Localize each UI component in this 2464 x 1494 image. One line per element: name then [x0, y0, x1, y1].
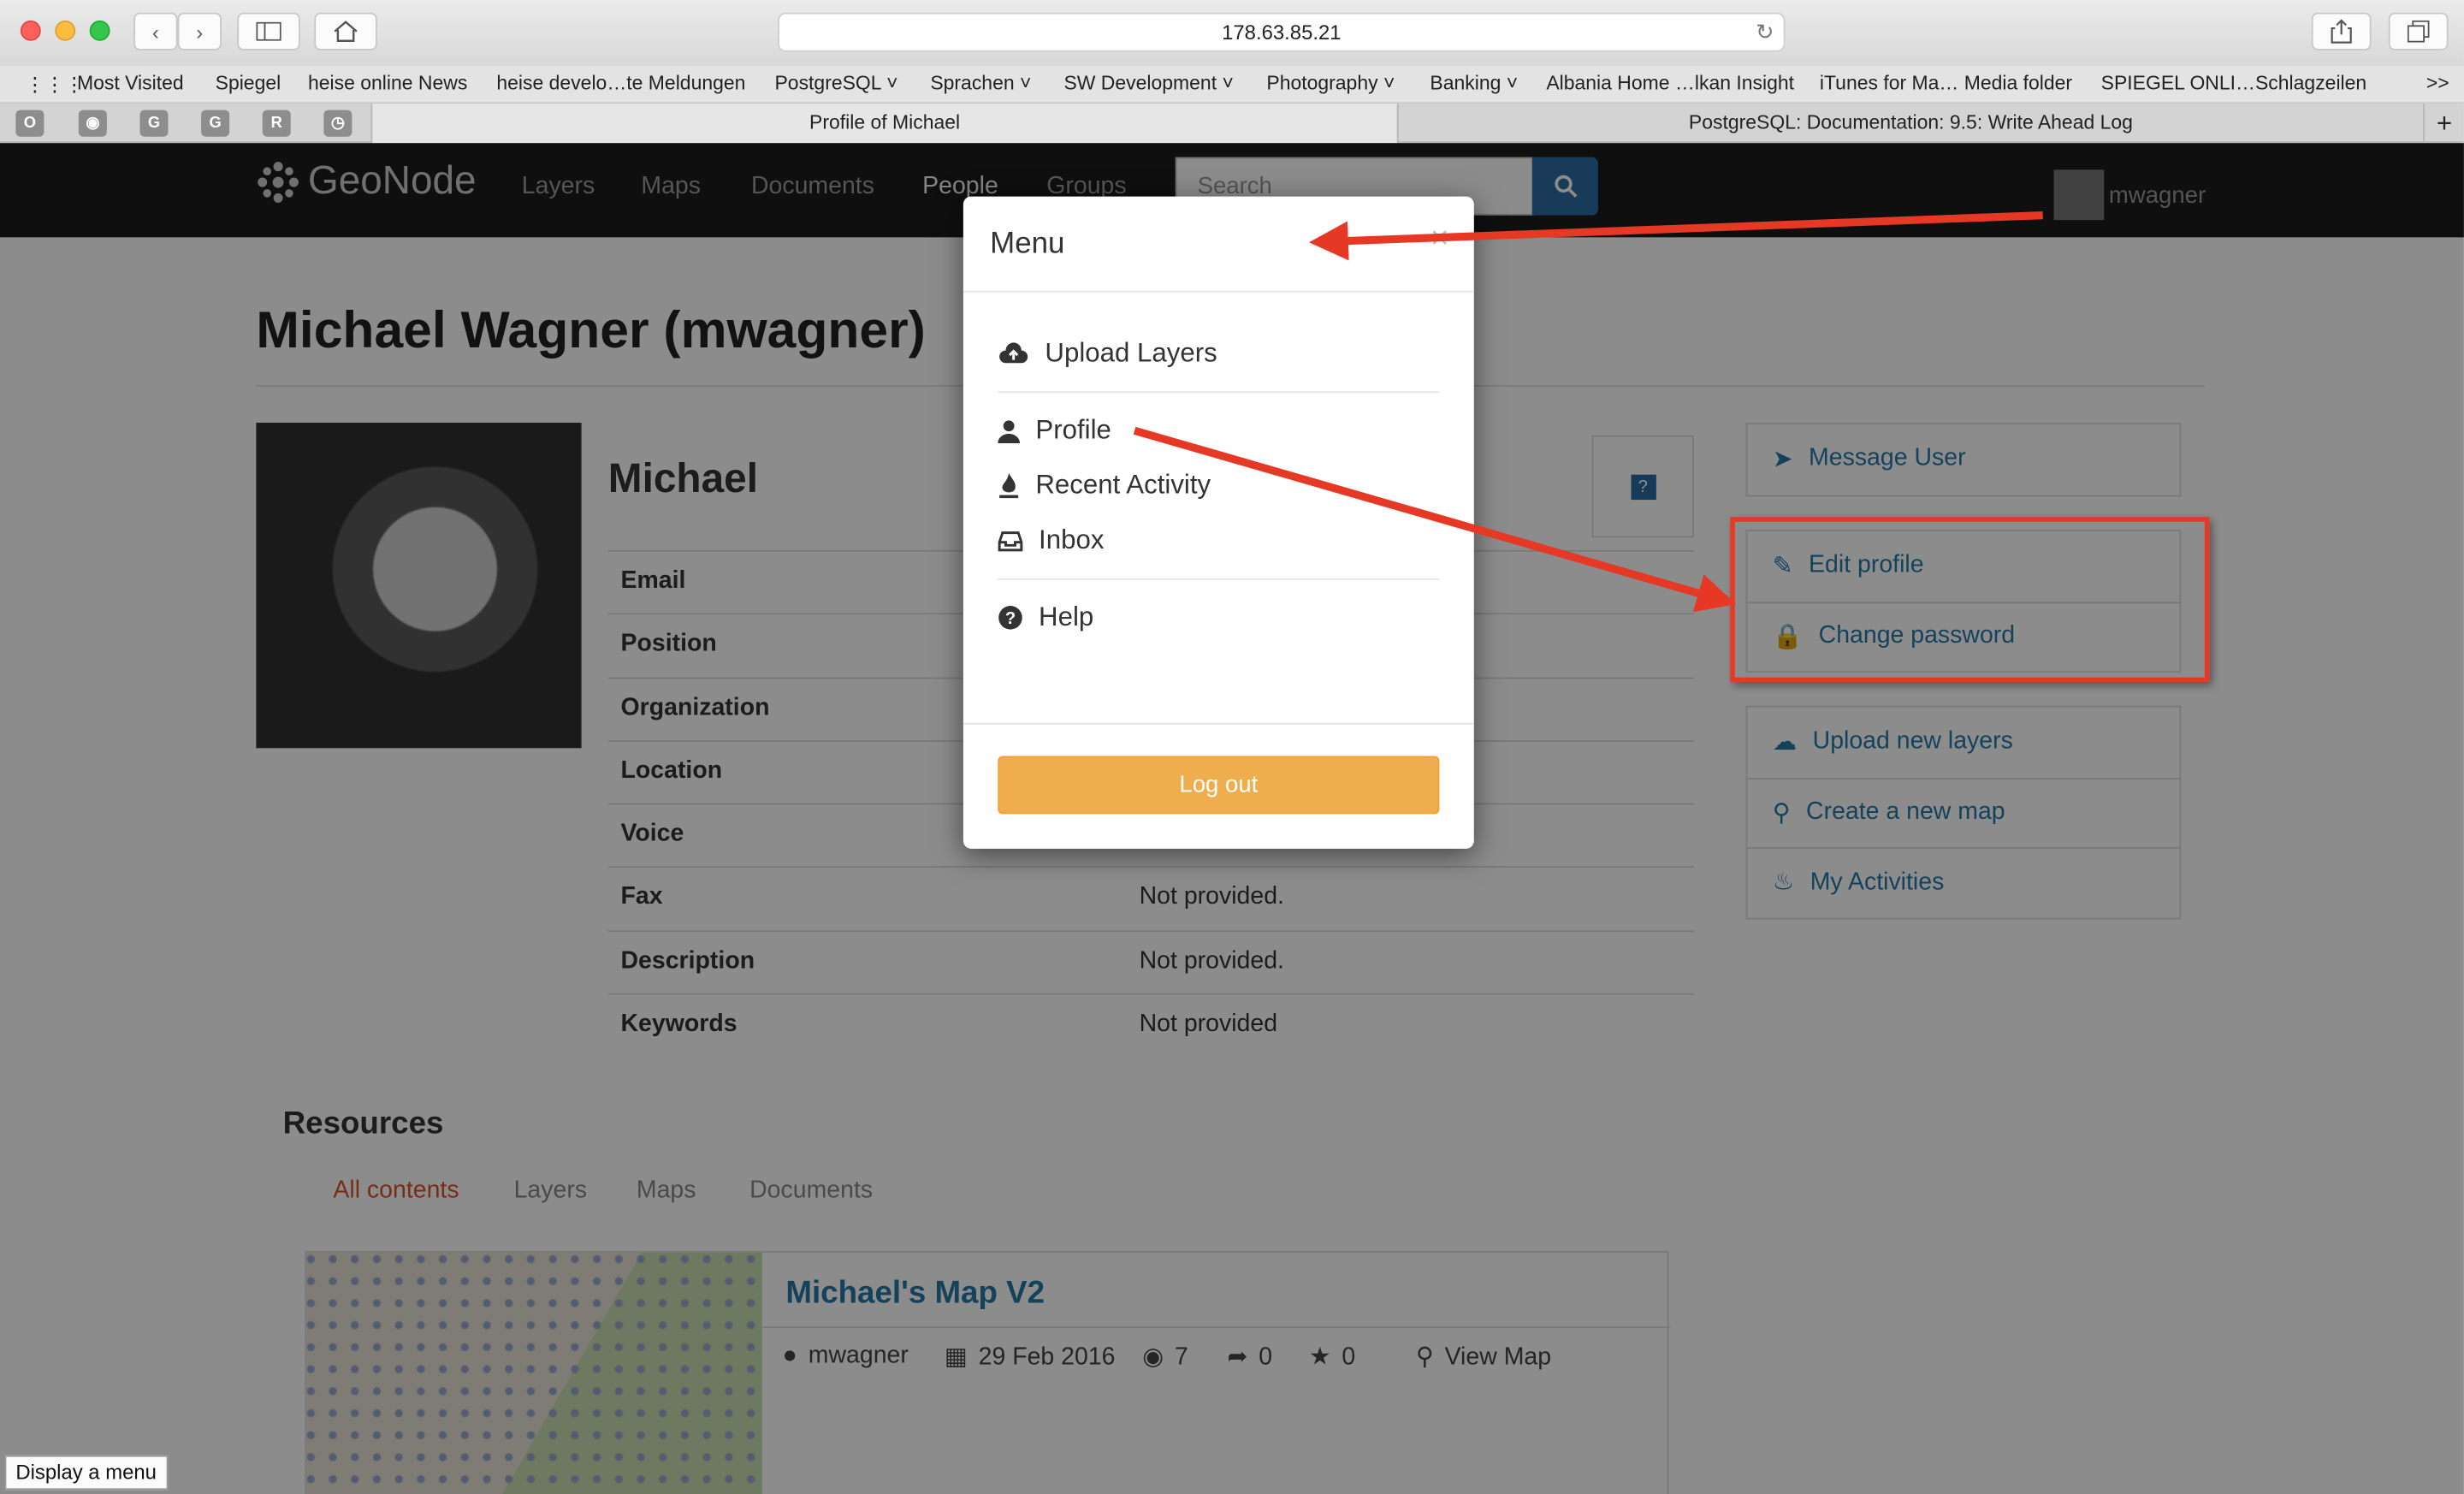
grid-icon[interactable]: ⋮⋮⋮ — [25, 72, 84, 96]
divider — [962, 290, 1474, 293]
sidebar-toggle-button[interactable] — [237, 12, 300, 50]
share-button[interactable] — [2311, 12, 2372, 50]
divider — [998, 391, 1440, 394]
cloud-upload-icon — [999, 342, 1028, 364]
menu-item-help[interactable]: ? Help — [998, 602, 1093, 633]
svg-text:?: ? — [1005, 609, 1016, 628]
divider — [998, 578, 1440, 580]
pinned-tab[interactable]: R — [262, 110, 291, 137]
home-button[interactable] — [314, 12, 377, 50]
bookmark-itunes[interactable]: iTunes for Ma… Media folder — [1820, 72, 2072, 94]
url-text: 178.63.85.21 — [1222, 20, 1342, 44]
bookmark-photography[interactable]: Photography ˅ — [1266, 72, 1395, 94]
menu-modal: Menu × Upload Layers Profile Recent Acti… — [962, 196, 1474, 849]
back-button[interactable]: ‹ — [133, 12, 178, 50]
reload-icon[interactable]: ↻ — [1756, 15, 1774, 50]
bookmark-spiegel-online[interactable]: SPIEGEL ONLI…Schlagzeilen — [2101, 72, 2367, 94]
pinned-tab[interactable]: O — [15, 110, 44, 137]
address-bar[interactable]: 178.63.85.21 ↻ — [778, 12, 1786, 52]
annotation-highlight-box — [1730, 517, 2210, 683]
bookmark-albania[interactable]: Albania Home …lkan Insight — [1546, 72, 1794, 94]
modal-title: Menu — [990, 228, 1065, 261]
logout-button[interactable]: Log out — [998, 756, 1440, 815]
browser-titlebar: ‹ › 178.63.85.21 ↻ — [0, 0, 2464, 67]
maximize-window-button[interactable] — [89, 20, 110, 41]
bookmark-postgresql[interactable]: PostgreSQL ˅ — [774, 72, 897, 94]
chevron-right-icon: › — [196, 19, 204, 44]
bookmark-label: Sprachen — [930, 72, 1015, 95]
tabs-icon — [2407, 20, 2430, 43]
menu-item-label: Profile — [1035, 414, 1111, 445]
menu-item-inbox[interactable]: Inbox — [998, 525, 1104, 556]
home-icon — [334, 21, 358, 42]
tab-postgresql-docs[interactable]: PostgreSQL: Documentation: 9.5: Write Ah… — [1396, 104, 2423, 144]
tab-profile-of-michael[interactable]: Profile of Michael — [370, 104, 1397, 144]
tooltip: Display a menu — [4, 1455, 168, 1491]
inbox-icon — [998, 531, 1023, 551]
bookmark-spiegel[interactable]: Spiegel — [216, 72, 281, 94]
bookmark-label: Banking — [1430, 72, 1502, 95]
tab-label: PostgreSQL: Documentation: 9.5: Write Ah… — [1688, 111, 2133, 134]
sidebar-icon — [256, 21, 281, 41]
tab-overview-button[interactable] — [2388, 12, 2449, 50]
chevron-down-icon: ˅ — [1222, 72, 1234, 95]
bookmarks-overflow-button[interactable]: >> — [2426, 72, 2449, 94]
minimize-window-button[interactable] — [55, 20, 76, 41]
webpage: GeoNode Layers Maps Documents People Gro… — [0, 143, 2464, 1494]
menu-item-label: Help — [1039, 602, 1094, 632]
chevron-left-icon: ‹ — [151, 19, 159, 44]
menu-item-label: Inbox — [1039, 525, 1105, 555]
pinned-tab[interactable]: G — [201, 110, 230, 137]
bookmark-label: PostgreSQL — [774, 72, 881, 95]
menu-item-upload-layers[interactable]: Upload Layers — [998, 338, 1217, 370]
chevron-down-icon: ˅ — [1506, 72, 1519, 95]
fire-icon — [999, 472, 1019, 499]
close-window-button[interactable] — [20, 20, 41, 41]
forward-button[interactable]: › — [177, 12, 222, 50]
chevron-down-icon: ˅ — [1383, 72, 1395, 95]
share-icon — [2331, 19, 2352, 44]
bookmark-label: SW Development — [1063, 72, 1217, 95]
bookmark-heise-news[interactable]: heise online News — [308, 72, 467, 94]
chevron-down-icon: ˅ — [886, 72, 898, 95]
bookmarks-bar: ⋮⋮⋮ Most Visited Spiegel heise online Ne… — [0, 66, 2464, 104]
chevron-down-icon: ˅ — [1020, 72, 1032, 95]
github-icon[interactable]: ◉ — [78, 110, 107, 137]
close-icon[interactable]: × — [1430, 222, 1448, 258]
clock-icon[interactable]: ◷ — [323, 110, 352, 137]
divider — [962, 722, 1474, 725]
bookmark-most-visited[interactable]: Most Visited — [77, 72, 184, 94]
menu-item-profile[interactable]: Profile — [998, 415, 1111, 447]
bookmark-heise-developer[interactable]: heise develo…te Meldungen — [496, 72, 745, 94]
bookmark-sprachen[interactable]: Sprachen ˅ — [930, 72, 1031, 94]
bookmark-banking[interactable]: Banking ˅ — [1430, 72, 1518, 94]
pinned-tab[interactable]: G — [139, 110, 169, 137]
menu-item-label: Recent Activity — [1035, 470, 1211, 501]
tab-label: Profile of Michael — [809, 111, 961, 134]
tab-bar: O ◉ G G R ◷ Profile of Michael PostgreSQ… — [0, 104, 2464, 144]
new-tab-button[interactable]: + — [2423, 104, 2464, 144]
question-circle-icon: ? — [998, 606, 1022, 630]
bookmark-label: Photography — [1266, 72, 1378, 95]
menu-item-recent-activity[interactable]: Recent Activity — [998, 470, 1211, 501]
user-icon — [998, 419, 1021, 443]
menu-item-label: Upload Layers — [1045, 337, 1217, 368]
bookmark-sw-development[interactable]: SW Development ˅ — [1063, 72, 1233, 94]
